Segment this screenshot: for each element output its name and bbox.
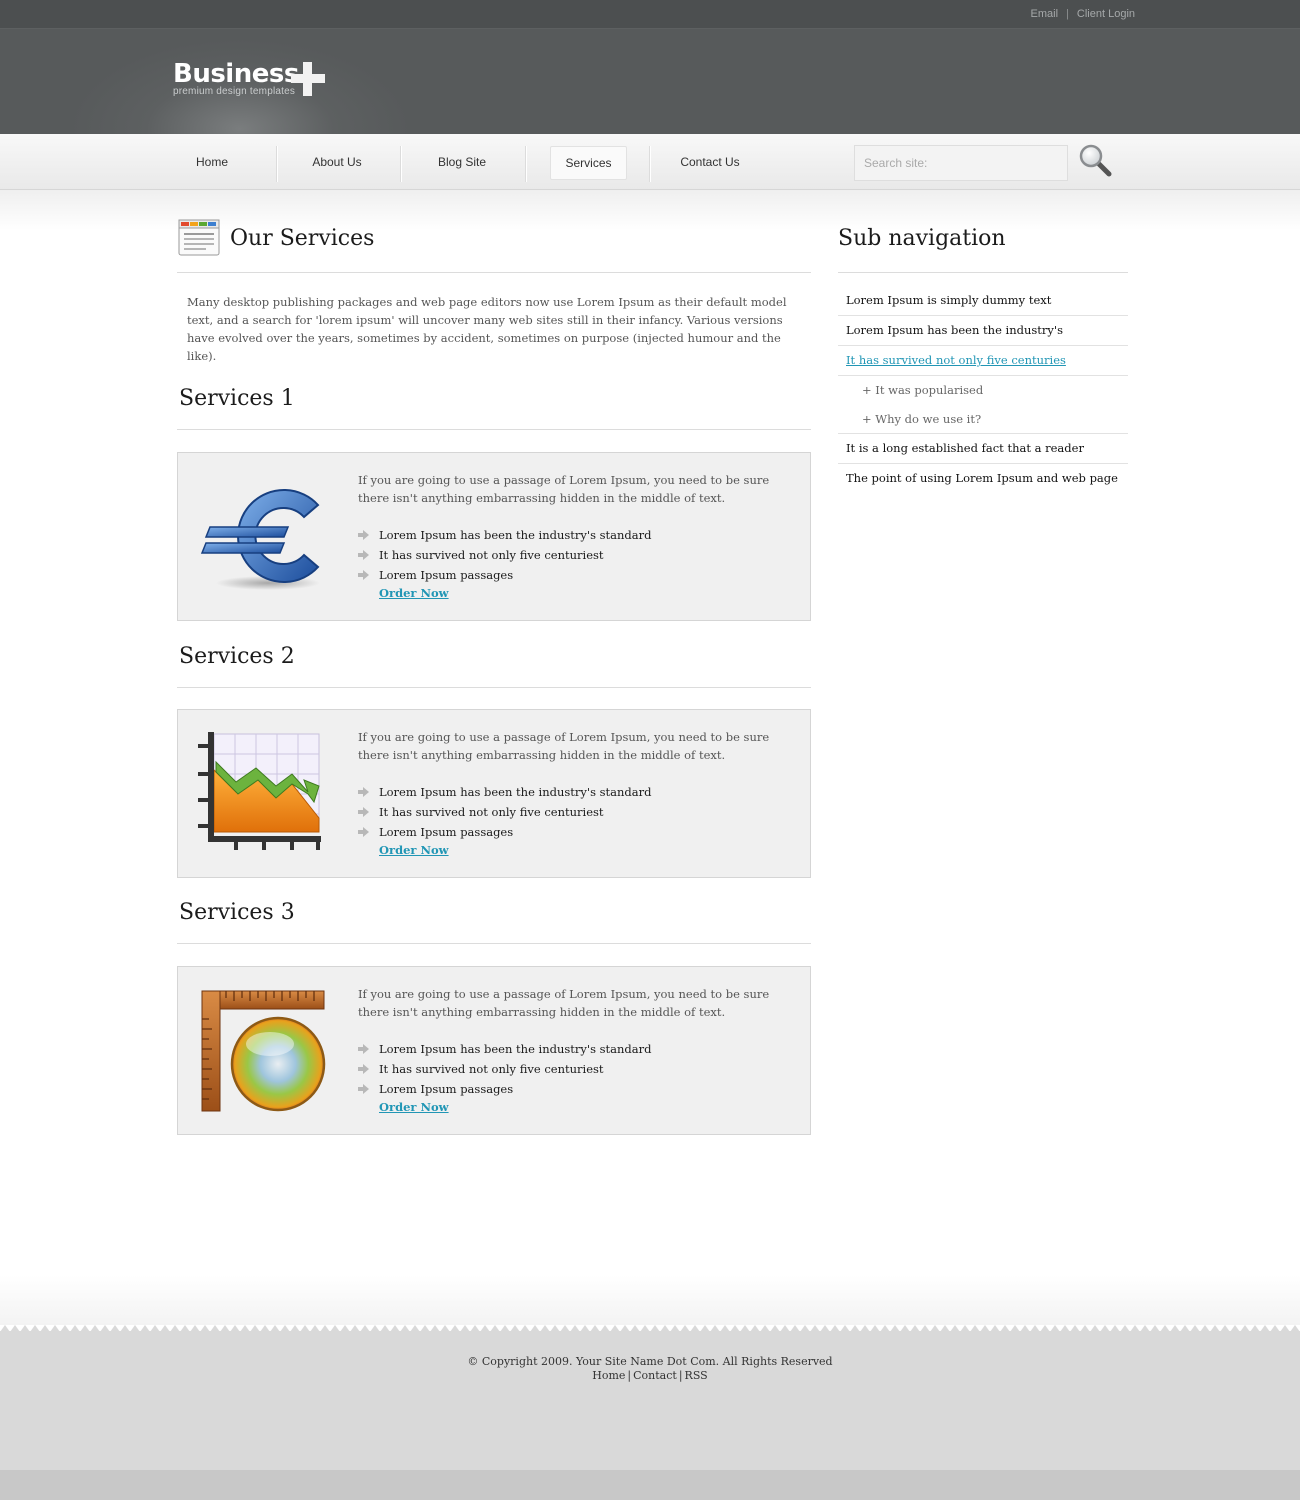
arrow-bullet-icon [358,807,369,817]
chart-icon [198,732,321,850]
service-heading: Services 1 [177,382,811,430]
order-now-link[interactable]: Order Now [379,1100,449,1114]
list-item: Lorem Ipsum has been the industry's stan… [358,782,652,802]
search-input[interactable]: Search site: [854,145,1068,181]
sidebar-subitem[interactable]: + It was popularised [838,376,1128,405]
service-title: Services 2 [179,644,295,669]
service-title: Services 3 [179,900,295,925]
nav-divider [525,146,526,182]
copyright-text: © Copyright 2009. Your Site Name Dot Com… [467,1355,833,1368]
bullet-text: Lorem Ipsum has been the industry's stan… [379,528,652,542]
service-bullets: Lorem Ipsum has been the industry's stan… [358,525,652,585]
search-button[interactable] [1078,143,1114,179]
order-now-link[interactable]: Order Now [379,843,449,857]
list-item: It has survived not only five centuriest [358,1059,652,1079]
nav-contact-us[interactable]: Contact Us [672,146,748,180]
service-card: If you are going to use a passage of Lor… [177,966,811,1135]
bullet-text: Lorem Ipsum has been the industry's stan… [379,785,652,799]
logo-tagline: premium design templates [173,86,296,97]
footer-link-contact[interactable]: Contact [633,1369,677,1382]
euro-icon [200,489,320,590]
bullet-text: Lorem Ipsum has been the industry's stan… [379,1042,652,1056]
service-bullets: Lorem Ipsum has been the industry's stan… [358,1039,652,1099]
service-title: Services 1 [179,386,295,411]
arrow-bullet-icon [358,570,369,580]
footer-link-separator: | [627,1369,632,1382]
sidebar-heading: Sub navigation [838,218,1128,273]
footer-fade [0,1275,1300,1325]
logo[interactable]: Business premium design templates [173,59,325,97]
footer-link-separator: | [678,1369,683,1382]
bullet-text: It has survived not only five centuriest [379,548,604,562]
bullet-text: It has survived not only five centuriest [379,1062,604,1076]
service-description: If you are going to use a passage of Lor… [358,473,770,505]
sidebar-item[interactable]: The point of using Lorem Ipsum and web p… [838,464,1128,494]
arrow-bullet-icon [358,827,369,837]
client-login-link[interactable]: Client Login [1077,8,1135,20]
arrow-bullet-icon [358,550,369,560]
list-item: Lorem Ipsum has been the industry's stan… [358,1039,652,1059]
bullet-text: Lorem Ipsum passages [379,1082,514,1096]
footer [0,1331,1300,1470]
header: Business premium design templates [0,29,1300,134]
list-item: It has survived not only five centuriest [358,802,652,822]
list-item: Lorem Ipsum has been the industry's stan… [358,525,652,545]
top-links-separator: | [1066,8,1069,20]
intro-text: Many desktop publishing packages and web… [187,295,787,363]
sidebar-item-active[interactable]: It has survived not only five centuries [838,346,1128,376]
nav-about-us[interactable]: About Us [298,146,376,180]
bullet-text: It has survived not only five centuriest [379,805,604,819]
logo-name: Business [173,59,299,89]
list-item: Lorem Ipsum passages [358,1079,652,1099]
page-title: Our Services [230,226,375,251]
service-description: If you are going to use a passage of Lor… [358,987,770,1019]
service-heading: Services 3 [177,896,811,944]
service-card: If you are going to use a passage of Lor… [177,709,811,878]
service-description: If you are going to use a passage of Lor… [358,730,770,762]
bullet-text: Lorem Ipsum passages [379,568,514,582]
top-bar: Email | Client Login [0,0,1300,29]
email-link[interactable]: Email [1031,8,1059,20]
ruler-color-wheel-icon [201,990,326,1112]
top-links: Email | Client Login [1031,8,1135,20]
arrow-bullet-icon [358,1064,369,1074]
sub-navigation: Lorem Ipsum is simply dummy text Lorem I… [838,286,1128,494]
arrow-bullet-icon [358,1044,369,1054]
order-now-link[interactable]: Order Now [379,586,449,600]
sidebar-item[interactable]: It is a long established fact that a rea… [838,434,1128,464]
arrow-bullet-icon [358,530,369,540]
arrow-bullet-icon [358,1084,369,1094]
footer-bottom-bar [0,1470,1300,1500]
arrow-bullet-icon [358,787,369,797]
search-icon [1079,144,1112,177]
list-item: It has survived not only five centuriest [358,545,652,565]
footer-link-home[interactable]: Home [592,1369,625,1382]
main-nav: Home About Us Blog Site Services Contact… [0,134,1300,190]
nav-divider [276,146,277,182]
sidebar-item[interactable]: Lorem Ipsum has been the industry's [838,316,1128,346]
sidebar-item[interactable]: Lorem Ipsum is simply dummy text [838,286,1128,316]
sidebar-subitem[interactable]: + Why do we use it? [838,405,1128,434]
nav-blog-site[interactable]: Blog Site [423,146,501,180]
nav-divider [400,146,401,182]
service-bullets: Lorem Ipsum has been the industry's stan… [358,782,652,842]
service-heading: Services 2 [177,640,811,688]
page-heading: Our Services [177,218,811,273]
service-card: If you are going to use a passage of Lor… [177,452,811,621]
sidebar-title: Sub navigation [838,226,1006,251]
footer-link-rss[interactable]: RSS [685,1369,708,1382]
bullet-text: Lorem Ipsum passages [379,825,514,839]
nav-services[interactable]: Services [550,146,627,180]
list-item: Lorem Ipsum passages [358,565,652,585]
footer-links: Home | Contact | RSS [0,1369,1300,1382]
document-icon [178,219,220,256]
nav-divider [649,146,650,182]
plus-icon [291,62,325,96]
nav-home[interactable]: Home [177,146,247,180]
list-item: Lorem Ipsum passages [358,822,652,842]
